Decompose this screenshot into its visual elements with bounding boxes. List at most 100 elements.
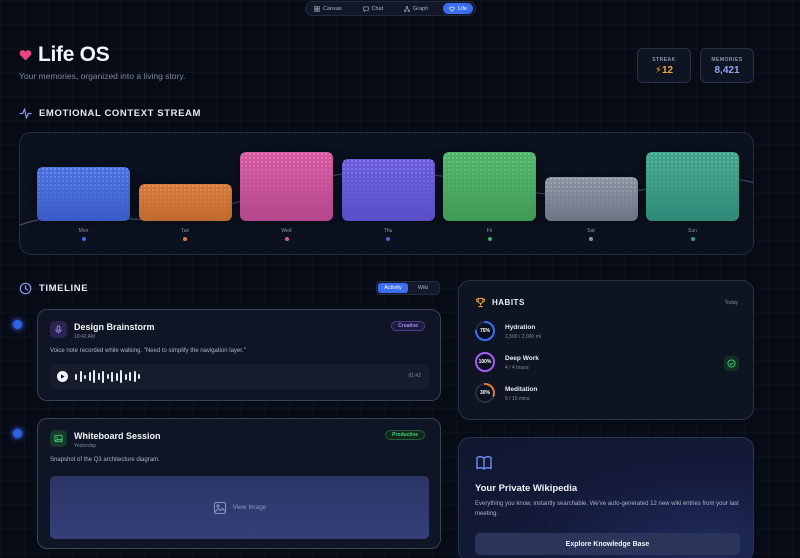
day-label: Fri	[486, 228, 493, 234]
memories-stat: MEMORIES 8,421	[700, 48, 754, 83]
play-icon	[61, 374, 65, 379]
microphone-icon	[55, 325, 62, 334]
waveform-bar	[120, 370, 122, 383]
stream-bar-tue[interactable]	[138, 184, 232, 221]
day-mood-dot	[487, 237, 492, 241]
day-label: Thu	[383, 228, 393, 234]
page-title: Life OS	[38, 43, 110, 66]
tab-canvas[interactable]: Canvas	[308, 3, 348, 14]
day-label: Sat	[587, 228, 595, 234]
day-mood-dot	[386, 237, 390, 241]
day-label: Sun	[688, 228, 697, 234]
memories-value: 8,421	[714, 65, 740, 76]
grid-icon	[314, 5, 320, 12]
habits-heading-text: HABITS	[492, 298, 525, 307]
image-icon	[213, 501, 226, 514]
private-wiki-card: Your Private Wikipedia Everything you kn…	[458, 437, 754, 558]
day-mood-dot	[284, 237, 289, 241]
entry-title: Whiteboard Session	[74, 431, 161, 441]
timeline-dot	[13, 429, 22, 438]
habits-period: Today	[724, 300, 738, 306]
timeline-heading: TIMELINE	[19, 282, 88, 295]
habit-name: Deep Work	[505, 355, 539, 362]
day-label: Mon	[78, 228, 89, 234]
waveform-bar	[88, 372, 91, 381]
day-mood-dot	[81, 237, 86, 241]
tab-graph[interactable]: Graph	[398, 3, 434, 14]
graph-icon	[404, 5, 410, 12]
stream-heading-text: EMOTIONAL CONTEXT STREAM	[39, 108, 202, 119]
stream-bar-fri[interactable]	[443, 152, 536, 221]
tab-label: Life	[458, 5, 467, 12]
habits-panel: HABITS Today 75% Hydration 1,500 / 2,000 m…	[458, 280, 754, 420]
habit-complete-check[interactable]	[724, 356, 739, 371]
stream-heading: EMOTIONAL CONTEXT STREAM	[19, 107, 201, 120]
explore-knowledge-base-button[interactable]: Explore Knowledge Base	[475, 533, 740, 555]
entry-time: 10:42 AM	[74, 334, 96, 340]
page-subtitle: Your memories, organized into a living s…	[19, 71, 186, 81]
heart-icon	[449, 6, 455, 12]
view-image-label: View Image	[232, 504, 267, 511]
waveform-bar	[97, 373, 100, 380]
day-label: Tue	[180, 228, 190, 234]
waveform-bar	[124, 373, 127, 380]
habit-percent: 30%	[479, 390, 490, 396]
waveform-bar	[106, 374, 109, 379]
clock-icon	[19, 282, 32, 295]
play-button[interactable]	[57, 371, 68, 382]
waveform-bar	[111, 371, 113, 382]
image-icon	[54, 434, 63, 443]
entry-description: Voice note recorded while walking. "Need…	[50, 348, 246, 354]
day-mood-dot	[183, 237, 187, 241]
stream-bar-sun[interactable]	[646, 152, 739, 221]
habit-name: Hydration	[505, 324, 536, 331]
heart-icon	[19, 50, 32, 61]
page-header: Life OS	[19, 43, 110, 67]
streak-value: ⚡12	[654, 65, 674, 76]
habit-name: Meditation	[505, 386, 538, 393]
habit-percent: 75%	[479, 328, 490, 334]
image-preview[interactable]: View Image	[50, 476, 429, 539]
tab-chat[interactable]: Chat	[357, 3, 390, 14]
entry-tag: Productive	[385, 430, 425, 440]
book-icon	[476, 456, 492, 470]
audio-duration: 01:42	[408, 373, 421, 379]
tab-label: Graph	[412, 5, 429, 12]
tab-life[interactable]: Life	[443, 3, 473, 14]
tab-label: Canvas	[323, 5, 342, 12]
entry-description: Snapshot of the Q3 architecture diagram.	[50, 457, 160, 463]
audio-waveform	[75, 369, 140, 384]
stream-bar-thu[interactable]	[341, 159, 435, 221]
stream-bar-sat[interactable]	[544, 177, 638, 221]
tab-label: Chat	[371, 5, 384, 12]
waveform-bar	[75, 373, 77, 380]
stream-bar-wed[interactable]	[240, 152, 333, 221]
timeline-card-whiteboard-session[interactable]: Whiteboard Session Yesterday Productive …	[37, 418, 441, 549]
wiki-description: Everything you know, instantly searchabl…	[475, 501, 739, 517]
pulse-icon	[19, 108, 32, 119]
habit-detail: 4 / 4 hours	[505, 365, 529, 371]
streak-stat: STREAK ⚡12	[637, 48, 691, 83]
timeline-view-toggle: Activity Wiki	[376, 281, 440, 295]
entry-time: Yesterday	[74, 443, 97, 449]
day-label: Wed	[281, 228, 292, 234]
waveform-bar	[102, 370, 104, 383]
entry-title: Design Brainstorm	[74, 322, 155, 332]
day-mood-dot	[589, 237, 593, 241]
toggle-wiki[interactable]: Wiki	[408, 283, 438, 293]
waveform-bar	[84, 374, 86, 379]
timeline-dot	[13, 320, 22, 329]
habit-percent: 100%	[478, 359, 492, 365]
chat-icon	[362, 6, 369, 12]
waveform-bar	[133, 371, 136, 382]
timeline-card-design-brainstorm[interactable]: Design Brainstorm 10:42 AM Creative Voic…	[37, 309, 441, 401]
waveform-bar	[79, 371, 82, 382]
habits-heading: HABITS	[475, 297, 525, 308]
memories-label: MEMORIES	[711, 57, 743, 63]
entry-icon	[50, 430, 67, 447]
stream-bar-mon[interactable]	[37, 167, 130, 221]
habit-detail: 1,500 / 2,000 ml	[505, 334, 541, 340]
streak-label: STREAK	[652, 57, 676, 63]
toggle-activity[interactable]: Activity	[378, 283, 408, 293]
emotional-stream-panel: Mon Tue Wed Thu Fri Sat Sun	[19, 132, 754, 255]
